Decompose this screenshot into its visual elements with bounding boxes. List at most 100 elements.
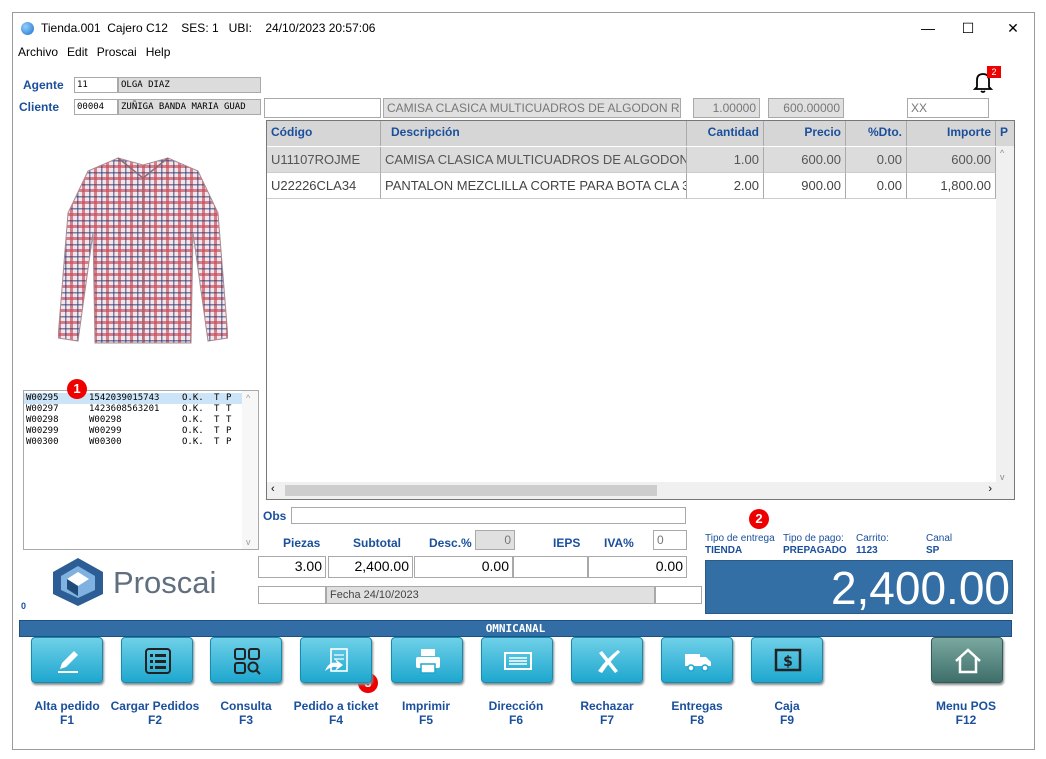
marker-badge: 1: [67, 379, 87, 399]
scroll-up-icon[interactable]: ^: [1000, 148, 1004, 158]
order-flag-1: T: [214, 393, 220, 403]
ticket-icon: [325, 648, 348, 672]
notification-button[interactable]: 2: [971, 66, 1001, 94]
entregas-button[interactable]: [661, 637, 733, 683]
order-id: W00295: [26, 393, 59, 403]
orders-list[interactable]: W00295 1542039015743 O.K. T P W00297 142…: [23, 390, 259, 550]
ieps-field: [513, 556, 588, 578]
tipo-entrega-label: Tipo de entrega: [705, 533, 775, 544]
col-importe[interactable]: Importe: [907, 121, 996, 146]
cliente-code-field[interactable]: 00004: [74, 99, 118, 115]
cell-importe: 1,800.00: [907, 173, 996, 199]
product-description-field: CAMISA CLASICA MULTICUADROS DE ALGODON R: [383, 98, 681, 118]
proscai-logo-icon: [53, 558, 103, 606]
grid-header: Código Descripción Cantidad Precio %Dto.…: [267, 121, 1014, 146]
scroll-down-icon[interactable]: v: [1000, 472, 1005, 482]
agente-code-field[interactable]: 11: [74, 77, 118, 93]
table-row[interactable]: U11107ROJME CAMISA CLASICA MULTICUADROS …: [267, 147, 996, 173]
col-descripcion[interactable]: Descripción: [381, 121, 687, 146]
scroll-right-icon[interactable]: ›: [988, 483, 992, 495]
order-flag-1: T: [214, 437, 220, 447]
blank-field: [258, 586, 326, 604]
obs-input[interactable]: [291, 507, 686, 524]
truck-icon: [685, 654, 711, 672]
product-extra-field[interactable]: XX: [907, 98, 989, 118]
subtotal-label: Subtotal: [353, 536, 401, 550]
alta-pedido-button[interactable]: [31, 637, 103, 683]
direccion-button[interactable]: [481, 637, 553, 683]
col-descuento[interactable]: %Dto.: [846, 121, 907, 146]
piezas-field: 3.00: [258, 556, 326, 578]
descuento-percent-field[interactable]: 0: [475, 530, 515, 550]
iva-field: 0.00: [588, 556, 687, 578]
grid-vertical-scrollbar[interactable]: ^ v: [996, 146, 1014, 484]
list-item[interactable]: W00297 1423608563201 O.K. T T: [24, 404, 242, 415]
list-item[interactable]: W00299 W00299 O.K. T P: [24, 426, 242, 437]
consulta-button[interactable]: [210, 637, 282, 683]
maximize-button[interactable]: ☐: [953, 18, 983, 38]
order-flag-2: P: [226, 426, 232, 436]
order-id: W00298: [26, 415, 59, 425]
list-item[interactable]: W00300 W00300 O.K. T P: [24, 437, 242, 448]
product-code-input[interactable]: [264, 98, 381, 118]
col-codigo[interactable]: Código: [267, 121, 381, 146]
grid-horizontal-scrollbar[interactable]: ‹ ›: [267, 482, 1014, 499]
proscai-logo-text: Proscai: [113, 565, 217, 600]
cell-codigo: U11107ROJME: [267, 147, 381, 173]
reject-icon: [598, 650, 620, 673]
order-ref: W00298: [89, 415, 122, 425]
pedido-a-ticket-button[interactable]: [300, 637, 372, 683]
order-ref: 1542039015743: [89, 393, 160, 403]
app-window: Tienda.001 Cajero C12 SES: 1 UBI: 24/10/…: [12, 12, 1035, 750]
canal-value: SP: [926, 545, 940, 556]
subtotal-field: 2,400.00: [328, 556, 413, 578]
product-quantity-field[interactable]: 1.00000: [693, 98, 760, 118]
order-ref: 1423608563201: [89, 404, 160, 414]
caja-button[interactable]: $: [751, 637, 823, 683]
menu-archivo[interactable]: Archivo: [13, 45, 62, 59]
total-display: 2,400.00: [705, 560, 1013, 614]
caja-label: Caja F9: [774, 699, 800, 727]
imprimir-button[interactable]: [391, 637, 463, 683]
table-row[interactable]: U22226CLA34 PANTALON MEZCLILLA CORTE PAR…: [267, 173, 996, 199]
menu-help[interactable]: Help: [141, 45, 175, 59]
menu-edit[interactable]: Edit: [62, 45, 92, 59]
order-flag-2: T: [226, 415, 232, 425]
piezas-label: Piezas: [283, 536, 321, 550]
agente-label: Agente: [23, 78, 64, 92]
minimize-button[interactable]: —: [913, 18, 943, 38]
list-item[interactable]: W00298 W00298 O.K. T T: [24, 415, 242, 426]
scroll-up-icon[interactable]: ^: [246, 393, 250, 403]
list-item[interactable]: W00295 1542039015743 O.K. T P: [24, 393, 242, 404]
menu-pos-button[interactable]: [931, 637, 1003, 683]
tipo-entrega-value: TIENDA: [705, 545, 743, 556]
iva-percent-field[interactable]: 0: [653, 530, 687, 550]
cargar-pedidos-button[interactable]: [121, 637, 193, 683]
carrito-value: 1123: [856, 545, 878, 556]
home-icon: [955, 648, 981, 674]
scroll-left-icon[interactable]: ‹: [271, 483, 275, 495]
descuento-label: Desc.%: [429, 536, 472, 550]
scroll-down-icon[interactable]: v: [246, 537, 251, 547]
product-image: [58, 157, 228, 344]
rechazar-button[interactable]: [571, 637, 643, 683]
order-status: O.K.: [182, 426, 204, 436]
order-ref: W00299: [89, 426, 122, 436]
col-precio[interactable]: Precio: [764, 121, 846, 146]
menu-proscai[interactable]: Proscai: [92, 45, 141, 59]
tipo-pago-value: PREPAGADO: [783, 545, 847, 556]
cell-cantidad: 2.00: [687, 173, 764, 199]
omnicanal-bar: OMNICANAL: [19, 620, 1012, 637]
order-flag-2: P: [226, 437, 232, 447]
scroll-thumb[interactable]: [285, 485, 657, 496]
list-scrollbar[interactable]: ^ v: [242, 391, 258, 549]
notification-badge: 2: [987, 66, 1001, 78]
cell-descuento: 0.00: [846, 173, 907, 199]
col-cantidad[interactable]: Cantidad: [687, 121, 764, 146]
cell-precio: 600.00: [764, 147, 846, 173]
col-p[interactable]: P: [996, 121, 1014, 146]
fecha-field: Fecha 24/10/2023: [326, 586, 655, 604]
product-price-field[interactable]: 600.00000: [768, 98, 844, 118]
close-button[interactable]: ✕: [998, 18, 1028, 38]
marker-badge: 2: [749, 509, 769, 529]
